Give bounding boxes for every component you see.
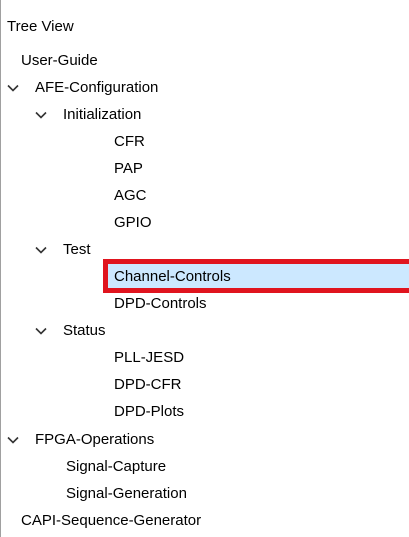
tree-item-label: Status bbox=[63, 322, 106, 339]
tree-item-agc[interactable]: AGC bbox=[114, 183, 147, 209]
tree-item-channel-controls[interactable]: Channel-Controls bbox=[114, 264, 231, 290]
chevron-down-icon[interactable] bbox=[33, 323, 49, 339]
tree-item-user-guide[interactable]: User-Guide bbox=[21, 48, 98, 74]
tree-item-fpga-operations[interactable]: FPGA-Operations bbox=[5, 427, 154, 453]
tree-item-status[interactable]: Status bbox=[33, 318, 106, 344]
tree-item-label: CAPI-Sequence-Generator bbox=[21, 512, 202, 529]
tree-item-afe-configuration[interactable]: AFE-Configuration bbox=[5, 75, 158, 101]
chevron-down-icon[interactable] bbox=[5, 432, 21, 448]
tree-item-label: User-Guide bbox=[21, 52, 98, 69]
tree-item-label: Channel-Controls bbox=[114, 268, 231, 285]
tree-item-label: GPIO bbox=[114, 214, 152, 231]
tree-item-dpd-plots[interactable]: DPD-Plots bbox=[114, 399, 184, 425]
tree-item-dpd-cfr[interactable]: DPD-CFR bbox=[114, 372, 182, 398]
tree-item-dpd-controls[interactable]: DPD-Controls bbox=[114, 291, 207, 317]
tree-item-label: CFR bbox=[114, 133, 145, 150]
tree-item-label: FPGA-Operations bbox=[35, 431, 155, 448]
tree-item-label: Signal-Generation bbox=[66, 485, 187, 502]
tree-view-panel: Tree View User-Guide AFE-Configuration I… bbox=[0, 0, 409, 537]
tree-item-label: Test bbox=[63, 241, 91, 258]
tree-item-pap[interactable]: PAP bbox=[114, 156, 143, 182]
tree-item-label: DPD-CFR bbox=[114, 376, 182, 393]
tree-item-label: AFE-Configuration bbox=[35, 79, 159, 96]
tree-item-pll-jesd[interactable]: PLL-JESD bbox=[114, 345, 184, 371]
tree-item-label: DPD-Plots bbox=[114, 403, 185, 420]
tree-item-test[interactable]: Test bbox=[33, 237, 91, 263]
tree-item-signal-capture[interactable]: Signal-Capture bbox=[66, 454, 166, 480]
chevron-down-icon[interactable] bbox=[5, 80, 21, 96]
tree-item-signal-generation[interactable]: Signal-Generation bbox=[66, 481, 187, 507]
tree-item-label: PAP bbox=[114, 160, 143, 177]
tree-item-label: Initialization bbox=[63, 106, 142, 123]
chevron-down-icon[interactable] bbox=[33, 242, 49, 258]
tree-item-label: AGC bbox=[114, 187, 147, 204]
tree-item-label: PLL-JESD bbox=[114, 349, 185, 366]
tree-item-cfr[interactable]: CFR bbox=[114, 129, 145, 155]
tree: User-Guide AFE-Configuration Initializat… bbox=[0, 0, 409, 537]
tree-item-label: DPD-Controls bbox=[114, 295, 207, 312]
tree-item-initialization[interactable]: Initialization bbox=[33, 102, 141, 128]
tree-item-label: Signal-Capture bbox=[66, 458, 167, 475]
tree-item-gpio[interactable]: GPIO bbox=[114, 210, 152, 236]
tree-item-capi-sequence-generator[interactable]: CAPI-Sequence-Generator bbox=[21, 508, 201, 534]
chevron-down-icon[interactable] bbox=[33, 107, 49, 123]
